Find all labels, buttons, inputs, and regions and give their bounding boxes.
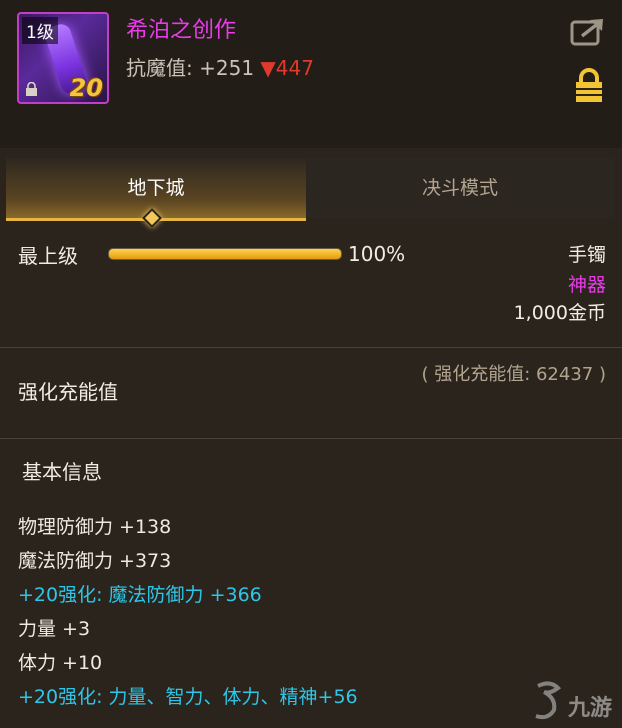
grade-progress-bar [108, 248, 342, 260]
item-name: 希泊之创作 [126, 18, 237, 43]
resist-diff: ▼447 [260, 56, 314, 80]
item-type: 手镯 [567, 244, 606, 266]
watermark-text: 九游 [568, 696, 613, 721]
grade-progress-text: 100% [348, 242, 406, 266]
divider [0, 438, 622, 439]
stat-line-enhance: +20强化: 魔法防御力 +366 [18, 584, 262, 606]
resist-row: 抗魔值: +251 ▼447 [126, 52, 314, 81]
item-icon[interactable]: 1级 20 [17, 12, 109, 104]
basic-info-title: 基本信息 [22, 460, 102, 484]
tab-duel-mode[interactable]: 决斗模式 [306, 158, 614, 218]
divider [0, 347, 622, 348]
grade-label: 最上级 [18, 244, 78, 268]
item-rarity: 神器 [567, 274, 606, 296]
mode-tabs: 地下城 决斗模式 [6, 158, 614, 221]
grade-progress-fill [109, 249, 341, 259]
amplify-value: ( 强化充能值: 62437 ) [421, 364, 606, 385]
stat-line: 体力 +10 [18, 652, 103, 674]
amplify-label: 强化充能值 [18, 380, 118, 404]
level-tag: 1级 [22, 17, 58, 44]
item-price: 1,000金币 [513, 302, 606, 324]
lock-icon[interactable] [574, 68, 604, 104]
small-lock-icon [26, 82, 37, 96]
stat-line: 物理防御力 +138 [18, 516, 172, 538]
stat-line: 力量 +3 [18, 618, 91, 640]
enhancement-level: 20 [69, 74, 103, 102]
resist-value: +251 [199, 56, 255, 80]
stat-line: 魔法防御力 +373 [18, 550, 172, 572]
resist-label: 抗魔值: [126, 56, 193, 80]
share-icon[interactable] [570, 16, 606, 46]
stat-line-enhance: +20强化: 力量、智力、体力、精神+56 [18, 686, 358, 708]
